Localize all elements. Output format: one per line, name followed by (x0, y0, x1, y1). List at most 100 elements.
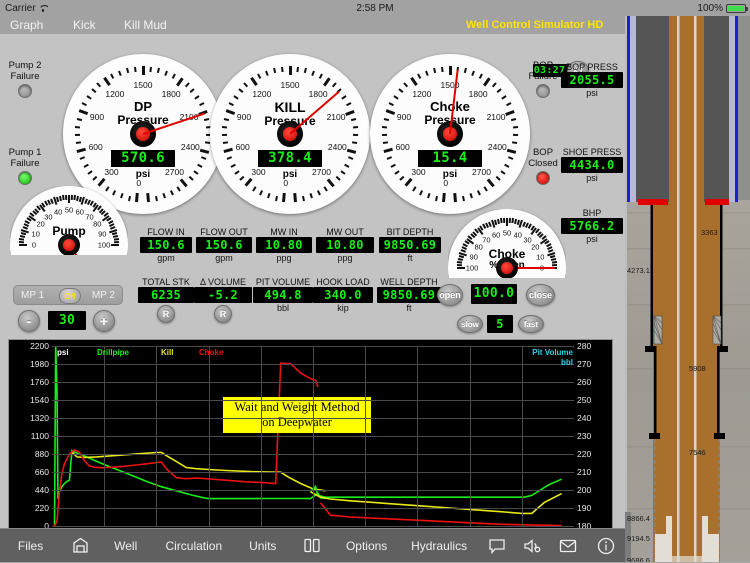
pump2-failure-label-2: Failure (10, 71, 40, 82)
gauge-face: 0 300 600 900 1200 1500 1800 2100 2400 2700 Choke … (379, 63, 521, 205)
chart-y2-tick-label: 210 (577, 467, 592, 477)
pit-volume-value: 494.8 (253, 287, 313, 303)
gauge-pump-spm: 0102030405060708090100Pump spm (10, 186, 128, 255)
gauge-title-line1: DP (133, 98, 153, 114)
well-schematic-graphic (625, 16, 750, 562)
well-schematic[interactable]: 33634273.1590875468866.49194.59686.69850… (625, 16, 750, 562)
pump1-failure-label-2: Failure (10, 158, 40, 169)
gauge-scale-label: 1500 (133, 80, 153, 90)
total-stk-reset-button[interactable]: R (157, 305, 175, 323)
pump1-failure-lamp (18, 171, 32, 185)
pump2-failure-label-1: Pump 2 (8, 60, 42, 71)
toolbar-circulation-button[interactable]: Circulation (152, 529, 236, 563)
chart-y-tick-label: 1320 (30, 413, 49, 423)
hook-load-unit: kip (337, 303, 349, 313)
pump-selector-switch[interactable]: MP 1 MP 2 Off (13, 285, 123, 305)
chart-y-tick-label: 880 (34, 449, 49, 459)
gauge-face: 0102030405060708090100Pump spm (17, 193, 121, 255)
chart-y2-tick-label: 240 (577, 413, 592, 423)
columns-icon[interactable] (290, 529, 334, 563)
well-depth-label: WELL DEPTH (380, 277, 438, 287)
bop-failure-lamp (536, 84, 550, 98)
envelope-icon[interactable] (550, 529, 587, 563)
gauge-scale-label: 30 (523, 235, 532, 245)
choke-open-button[interactable]: open (437, 284, 463, 306)
choke-percent-value: 100.0 (471, 284, 517, 304)
chart-legend-item: Drillpipe (97, 348, 130, 357)
chart-y-tick-label: 440 (34, 485, 49, 495)
pit-volume-unit: bbl (561, 358, 573, 367)
bit-depth-unit: ft (407, 253, 413, 263)
chart-y2-tick-label: 200 (577, 485, 592, 495)
chart-y2-tick-label: 230 (577, 431, 592, 441)
readout-bit-depth: BIT DEPTH 9850.69 ft (379, 227, 441, 264)
mw-in-unit: ppg (276, 253, 292, 263)
gauge-unit: psi (282, 169, 298, 180)
flow-out-unit: gpm (215, 253, 233, 263)
mp1-label: MP 1 (21, 289, 45, 301)
bop-closed-lamp (536, 171, 550, 185)
pump-spm-decrement-button[interactable]: - (18, 310, 40, 332)
chart-legend-item: psi (57, 348, 69, 357)
chart-right-axis-title: Pit Volume bbl (517, 348, 573, 368)
total-stk-label: TOTAL STK (142, 277, 190, 287)
well-depth-label: 9194.5 (627, 534, 650, 543)
tab-graph[interactable]: Graph (10, 18, 43, 32)
mw-in-value: 10.80 (256, 237, 312, 253)
chart-series-line (53, 362, 319, 526)
chart-annotation: Wait and Weight Method on Deepwater (223, 397, 371, 433)
delta-volume-reset-button[interactable]: R (214, 305, 232, 323)
gauge-scale-label: 60 (492, 230, 501, 240)
battery-icon (726, 3, 748, 13)
clock-label: 2:58 PM (356, 2, 394, 14)
choke-slow-button[interactable]: slow (457, 315, 483, 333)
gauge-face: 0300600900120015001800210024002700KILL P… (219, 63, 361, 205)
mw-in-label: MW IN (270, 227, 298, 237)
gauge-scale-label: 50 (502, 228, 512, 238)
chart-y-tick-label: 220 (34, 503, 49, 513)
well-depth-label: 5908 (689, 364, 706, 373)
chart-y-tick-label: 1980 (30, 359, 49, 369)
gauge-scale-label: 1500 (280, 80, 300, 90)
toolbar-well-button[interactable]: Well (100, 529, 152, 563)
gauge-choke-pressure: 0 300 600 900 1200 1500 1800 2100 2400 2700 Choke … (370, 54, 530, 214)
chart-series-line (310, 491, 562, 515)
toolbar-options-button[interactable]: Options (333, 529, 399, 563)
gauge-face: 0300600900120015001800210024002700DP Pre… (72, 63, 214, 205)
bottom-toolbar: Files Well Circulation Units Options Hyd… (0, 528, 625, 562)
gauge-digital-value: 15.4 (418, 150, 482, 167)
speaker-icon[interactable] (515, 529, 550, 563)
gauge-face: 0102030405060708090100Choke % open (455, 216, 559, 278)
flow-in-unit: gpm (157, 253, 175, 263)
toolbar-files-button[interactable]: Files (0, 529, 61, 563)
gauge-scale-label: 1200 (252, 88, 272, 99)
well-icon[interactable] (61, 529, 99, 563)
chart-gridline (469, 346, 471, 526)
toolbar-units-button[interactable]: Units (236, 529, 290, 563)
tab-kick[interactable]: Kick (73, 18, 96, 32)
choke-close-button[interactable]: close (526, 284, 555, 306)
info-icon[interactable] (587, 529, 625, 563)
pit-volume-label: Pit Volume (532, 348, 573, 357)
toolbar-hydraulics-button[interactable]: Hydraulics (400, 529, 479, 563)
pump-toggle-knob[interactable]: Off (59, 288, 81, 304)
battery-indicator: 100% (697, 3, 748, 14)
gauge-choke-open: 0102030405060708090100Choke % open (448, 209, 566, 278)
tab-kill-mud[interactable]: Kill Mud (124, 18, 167, 32)
pump1-failure-label-1: Pump 1 (8, 147, 42, 158)
bop-closed-label-2: Closed (528, 158, 558, 169)
pit-volume-label: PIT VOLUME (255, 277, 311, 287)
readout-shoe-press: SHOE PRESS 4434.0 psi (561, 147, 623, 184)
delta-volume-label: Δ VOLUME (199, 277, 247, 287)
bop-press-value: 2055.5 (561, 72, 623, 88)
choke-fast-button[interactable]: fast (518, 315, 544, 333)
speech-bubble-icon[interactable] (478, 529, 515, 563)
flow-in-value: 150.6 (140, 237, 192, 253)
flow-out-label: FLOW OUT (200, 227, 248, 237)
readout-bhp: BHP 5766.2 psi (561, 208, 623, 245)
chart-plot-area: Wait and Weight Method on Deepwater 0 220… (30, 341, 591, 538)
pump-spm-increment-button[interactable]: + (93, 310, 115, 332)
chart-y2-tick-label: 190 (577, 503, 592, 513)
gauge-scale-label: 1800 (308, 88, 328, 99)
pressure-chart[interactable]: Wait and Weight Method on Deepwater 0 220… (8, 339, 613, 544)
